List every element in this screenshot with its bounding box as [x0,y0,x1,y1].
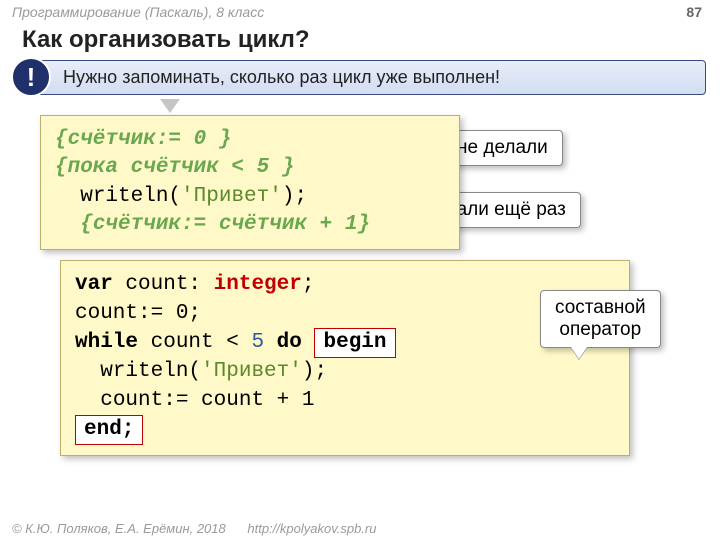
copyright: © К.Ю. Поляков, Е.А. Ерёмин, 2018 [12,521,226,536]
callout-compound: составной оператор [540,290,661,348]
code-text: ; [302,273,315,296]
end-tag: end; [75,415,143,445]
code-text [302,331,315,354]
code-text: count: [113,273,214,296]
info-bar: ! Нужно запоминать, сколько раз цикл уже… [34,60,706,95]
code-text: writeln( [100,360,201,383]
code-text [264,331,277,354]
pseudo-line: writeln( [80,185,181,208]
footer-url: http://kpolyakov.spb.ru [247,521,376,536]
pseudo-line: {счётчик:= счётчик + 1} [80,213,370,236]
pseudo-line: {счётчик:= 0 } [55,128,231,151]
code-text: count:= 0; [75,302,201,325]
footer: © К.Ю. Поляков, Е.А. Ерёмин, 2018 http:/… [12,521,376,536]
info-text: Нужно запоминать, сколько раз цикл уже в… [63,67,500,87]
code-text: count:= count + 1 [100,389,314,412]
string-literal: 'Привет' [181,185,282,208]
type-name: integer [214,273,302,296]
code-text: ); [302,360,327,383]
page-number: 87 [686,4,702,20]
pseudo-line: {пока счётчик < 5 } [55,156,294,179]
page-title: Как организовать цикл? [0,20,720,60]
keyword: var [75,273,113,296]
pseudo-line: ); [282,185,307,208]
pseudocode-box: {счётчик:= 0 } {пока счётчик < 5 } write… [40,115,460,250]
keyword: do [277,331,302,354]
alert-icon: ! [11,57,51,97]
code-text: count < [138,331,251,354]
begin-tag: begin [314,328,395,358]
breadcrumb: Программирование (Паскаль), 8 класс 87 [0,0,720,20]
breadcrumb-text: Программирование (Паскаль), 8 класс [12,4,264,20]
keyword: while [75,331,138,354]
string-literal: 'Привет' [201,360,302,383]
arrow-down-icon [160,99,180,113]
number-literal: 5 [251,331,264,354]
